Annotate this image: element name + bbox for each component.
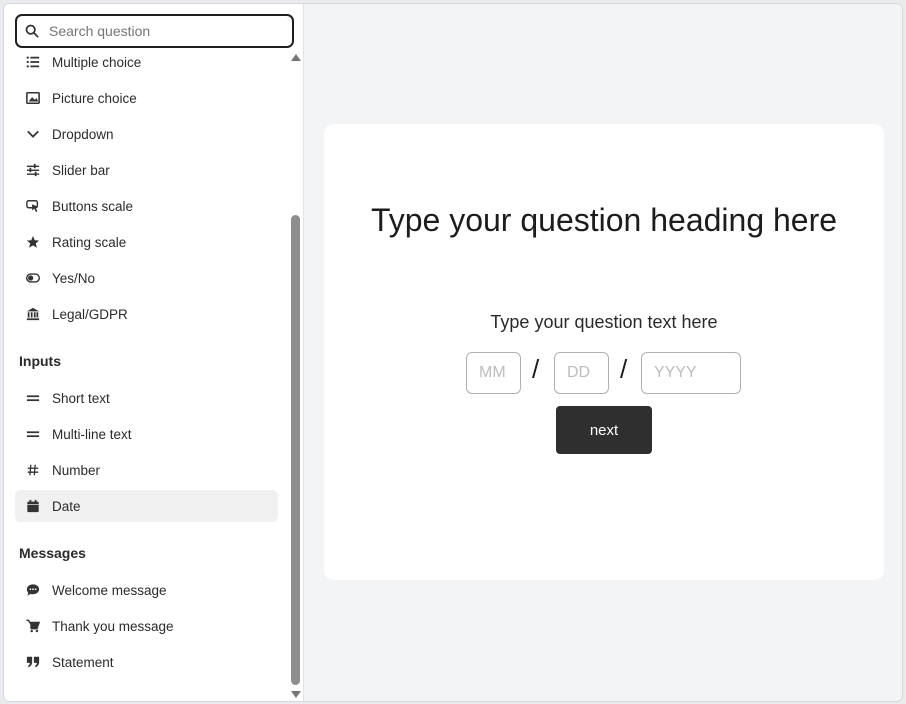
sidebar-item-buttons-scale[interactable]: Buttons scale xyxy=(15,190,278,222)
sidebar-item-label: Short text xyxy=(52,390,110,406)
sidebar-item-label: Legal/GDPR xyxy=(52,306,128,322)
sidebar-item-rating-scale[interactable]: Rating scale xyxy=(15,226,278,258)
sidebar-item-legal-gdpr[interactable]: Legal/GDPR xyxy=(15,298,278,330)
sidebar-item-label: Statement xyxy=(52,654,114,670)
sidebar-item-picture-choice[interactable]: Picture choice xyxy=(15,82,278,114)
section-title-inputs: Inputs xyxy=(19,353,61,369)
sidebar-item-label: Number xyxy=(52,462,101,478)
bank-icon xyxy=(25,306,41,322)
next-button[interactable]: next xyxy=(556,406,652,454)
sidebar-item-yes-no[interactable]: Yes/No xyxy=(15,262,278,294)
list-icon xyxy=(25,54,41,70)
sidebar-item-label: Thank you message xyxy=(52,618,174,634)
toggle-icon xyxy=(25,270,41,286)
sidebar-item-label: Slider bar xyxy=(52,162,110,178)
quote-icon xyxy=(25,654,41,670)
scroll-thumb[interactable] xyxy=(291,215,300,685)
sidebar-item-welcome-message[interactable]: Welcome message xyxy=(15,574,278,606)
sidebar-item-label: Buttons scale xyxy=(52,198,134,214)
sidebar-item-slider-bar[interactable]: Slider bar xyxy=(15,154,278,186)
cart-icon xyxy=(25,618,41,634)
sidebar-item-statement[interactable]: Statement xyxy=(15,646,278,678)
chevron-down-icon xyxy=(25,126,41,142)
sidebar-item-label: Date xyxy=(52,498,81,514)
equals-icon xyxy=(25,390,41,406)
search-box[interactable] xyxy=(15,14,294,48)
cursor-click-icon xyxy=(25,198,41,214)
scroll-down-arrow-icon[interactable] xyxy=(291,691,301,698)
search-input[interactable] xyxy=(49,23,292,39)
sidebar-item-label: Multi-line text xyxy=(52,426,132,442)
section-title-messages: Messages xyxy=(19,545,86,561)
question-type-sidebar: Multiple choice Picture choice Dropdown … xyxy=(4,4,304,701)
sidebar-item-label: Welcome message xyxy=(52,582,167,598)
sidebar-item-label: Dropdown xyxy=(52,126,114,142)
scroll-up-arrow-icon[interactable] xyxy=(291,54,301,61)
question-heading[interactable]: Type your question heading here xyxy=(364,196,844,244)
calendar-icon xyxy=(25,498,41,514)
image-icon xyxy=(25,90,41,106)
date-separator: / xyxy=(620,354,628,384)
sidebar-item-label: Picture choice xyxy=(52,90,137,106)
app-window: Multiple choice Picture choice Dropdown … xyxy=(3,3,903,702)
sidebar-item-date[interactable]: Date xyxy=(15,490,278,522)
sliders-icon xyxy=(25,162,41,178)
sidebar-item-multiple-choice[interactable]: Multiple choice xyxy=(15,46,278,78)
sidebar-item-multi-line-text[interactable]: Multi-line text xyxy=(15,418,278,450)
chat-bubble-icon xyxy=(25,582,41,598)
sidebar-item-label: Rating scale xyxy=(52,234,127,250)
month-input[interactable] xyxy=(466,352,521,394)
sidebar-item-dropdown[interactable]: Dropdown xyxy=(15,118,278,150)
sidebar-item-label: Multiple choice xyxy=(52,54,142,70)
hash-icon xyxy=(25,462,41,478)
day-input[interactable] xyxy=(554,352,609,394)
search-icon xyxy=(25,24,39,38)
question-text[interactable]: Type your question text here xyxy=(364,312,844,333)
sidebar-item-thank-you-message[interactable]: Thank you message xyxy=(15,610,278,642)
year-input[interactable] xyxy=(641,352,741,394)
sidebar-item-short-text[interactable]: Short text xyxy=(15,382,278,414)
sidebar-item-label: Yes/No xyxy=(52,270,96,286)
equals-icon xyxy=(25,426,41,442)
star-icon xyxy=(25,234,41,250)
sidebar-scrollbar[interactable] xyxy=(289,50,301,700)
question-preview-card: Type your question heading here Type you… xyxy=(324,124,884,580)
date-separator: / xyxy=(532,354,540,384)
sidebar-item-number[interactable]: Number xyxy=(15,454,278,486)
